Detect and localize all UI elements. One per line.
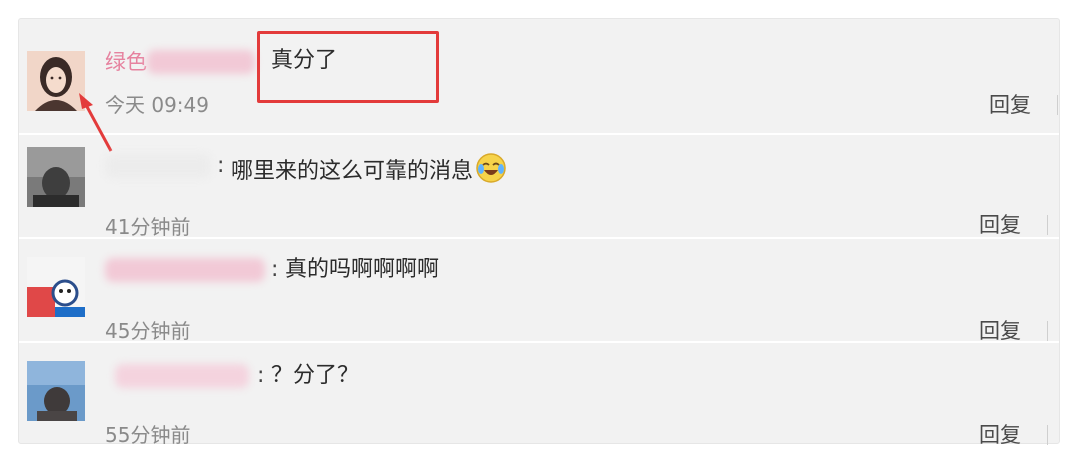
divider — [1047, 215, 1048, 235]
comment-text: 真分了 — [271, 48, 338, 73]
user-avatar-icon — [27, 147, 85, 207]
username-redacted — [147, 50, 255, 74]
divider — [1047, 425, 1048, 445]
reply-button[interactable]: 回复 — [989, 93, 1031, 117]
user-avatar-icon — [27, 361, 85, 421]
comment-item: : 真的吗啊啊啊啊 45分钟前 回复 — [19, 239, 1059, 343]
comment-separator: : — [257, 363, 265, 388]
laughing-crying-emoji-icon — [475, 152, 507, 184]
reply-button[interactable]: 回复 — [979, 213, 1021, 237]
avatar[interactable] — [27, 147, 85, 207]
comment-separator: : — [271, 257, 279, 282]
comment-separator: : — [217, 153, 225, 178]
user-avatar-icon — [27, 257, 85, 317]
comment-time: 41分钟前 — [105, 215, 191, 239]
username-redacted — [115, 364, 249, 388]
username-redacted — [105, 258, 265, 282]
divider — [1047, 321, 1048, 341]
avatar[interactable] — [27, 361, 85, 421]
comment-text: 哪里来的这么可靠的消息 — [231, 152, 507, 186]
reply-button[interactable]: 回复 — [979, 319, 1021, 343]
comment-text-body: 哪里来的这么可靠的消息 — [231, 159, 474, 184]
reply-button[interactable]: 回复 — [979, 423, 1021, 447]
comment-item: : ？分了？ 55分钟前 回复 — [19, 343, 1059, 447]
avatar[interactable] — [27, 257, 85, 317]
comment-item: 绿色 真分了 今天 09:49 回复 — [19, 19, 1059, 152]
divider — [1057, 95, 1058, 115]
comment-time: 45分钟前 — [105, 319, 191, 343]
username-redacted — [105, 154, 211, 178]
comment-text: ？分了？ — [271, 363, 360, 388]
comment-list: 绿色 真分了 今天 09:49 回复 : 哪里来的这么可靠的消息 41分钟前 回… — [18, 18, 1060, 447]
comment-time: 55分钟前 — [105, 423, 191, 447]
comment-text: 真的吗啊啊啊啊 — [285, 257, 440, 282]
comment-item: : 哪里来的这么可靠的消息 41分钟前 回复 — [19, 135, 1059, 239]
username[interactable]: 绿色 — [105, 49, 147, 75]
